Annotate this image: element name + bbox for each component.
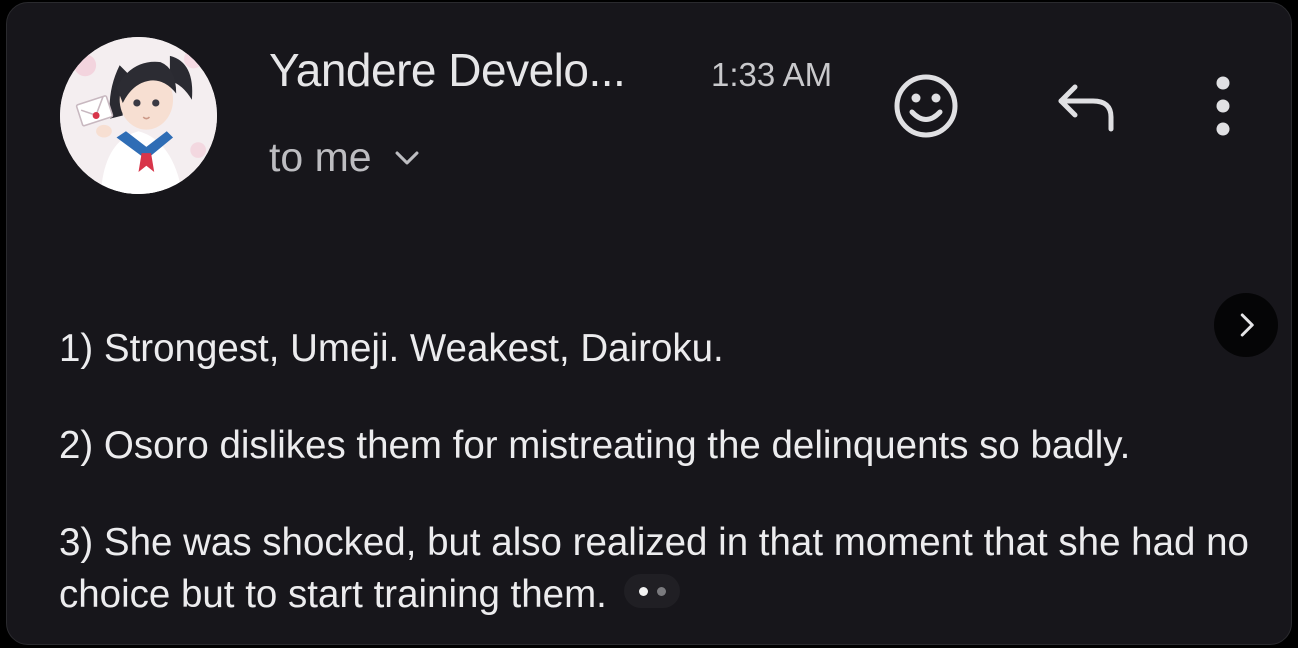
chevron-down-icon — [395, 150, 419, 165]
sender-avatar[interactable] — [60, 37, 217, 194]
smiley-icon — [894, 74, 958, 138]
more-vert-icon — [1216, 76, 1230, 136]
recipient-details-toggle[interactable]: to me — [269, 134, 424, 181]
message-timestamp: 1:33 AM — [711, 56, 833, 93]
page-dot-active — [638, 586, 648, 596]
page-dot — [656, 586, 666, 596]
avatar-image — [60, 37, 217, 194]
message-paragraph-2: 2) Osoro dislikes them for mistreating t… — [59, 424, 1131, 467]
recipient-label: to me — [269, 134, 372, 180]
more-options-button[interactable] — [1203, 73, 1243, 139]
reply-button[interactable] — [1053, 79, 1117, 133]
sender-name[interactable]: Yandere Develo... — [269, 43, 626, 97]
email-card: Yandere Develo... 1:33 AM to me 1) Stron… — [6, 2, 1292, 645]
add-reaction-button[interactable] — [891, 71, 961, 141]
page-indicator — [624, 574, 680, 608]
message-paragraph-1: 1) Strongest, Umeji. Weakest, Dairoku. — [59, 327, 724, 370]
reply-icon — [1058, 84, 1114, 132]
